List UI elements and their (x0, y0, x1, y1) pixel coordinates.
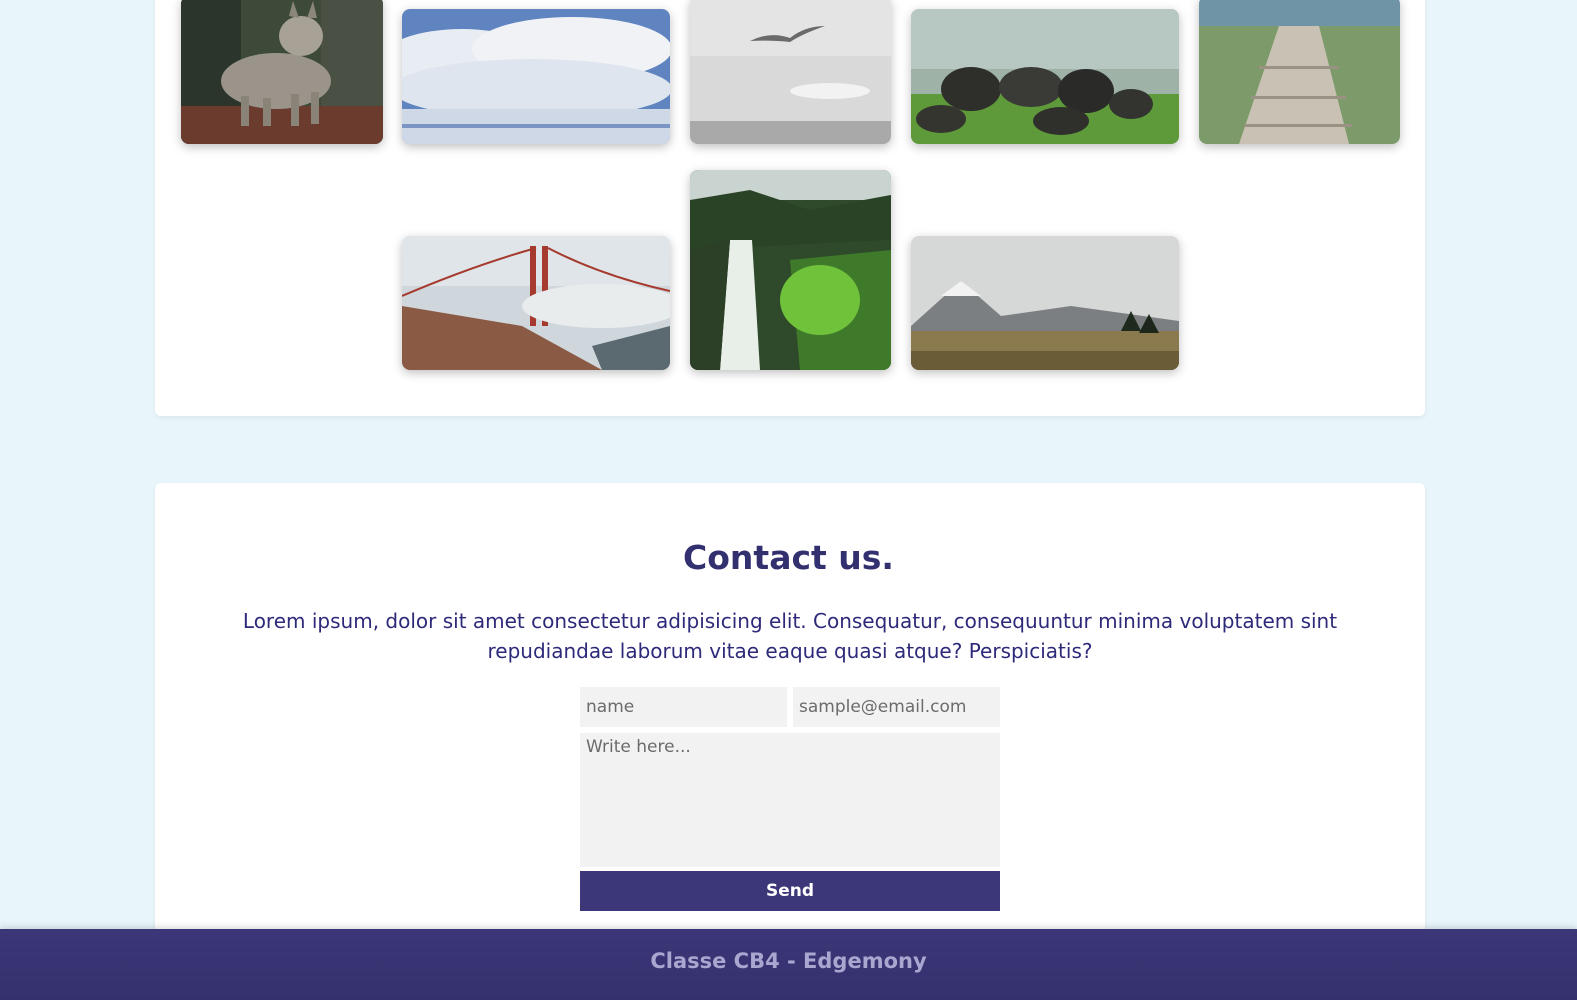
photo-golden-gate-bridge[interactable] (402, 236, 670, 370)
photo-rocks[interactable] (911, 9, 1179, 144)
clouds-image (402, 9, 670, 144)
footer-text: Classe CB4 - Edgemony (650, 949, 927, 973)
send-button[interactable]: Send (580, 871, 1000, 911)
photo-wolf[interactable] (181, 0, 383, 144)
photo-seagull[interactable] (690, 0, 891, 144)
waterfall-image (690, 170, 891, 370)
photo-boardwalk[interactable] (1199, 0, 1400, 144)
wolf-image (181, 0, 383, 144)
contact-description: Lorem ipsum, dolor sit amet consectetur … (242, 609, 1338, 663)
boardwalk-image (1199, 0, 1400, 144)
photo-clouds[interactable] (402, 9, 670, 144)
contact-title: Contact us. (683, 538, 894, 577)
valley-image (911, 236, 1179, 370)
rocks-image (911, 9, 1179, 144)
name-field[interactable] (580, 687, 787, 727)
bridge-image (402, 236, 670, 370)
photo-waterfall[interactable] (690, 170, 891, 370)
seagull-image (690, 0, 891, 144)
email-field[interactable] (793, 687, 1000, 727)
message-field[interactable] (580, 733, 1000, 867)
photo-mountain-valley[interactable] (911, 236, 1179, 370)
footer: Classe CB4 - Edgemony (0, 929, 1577, 1000)
